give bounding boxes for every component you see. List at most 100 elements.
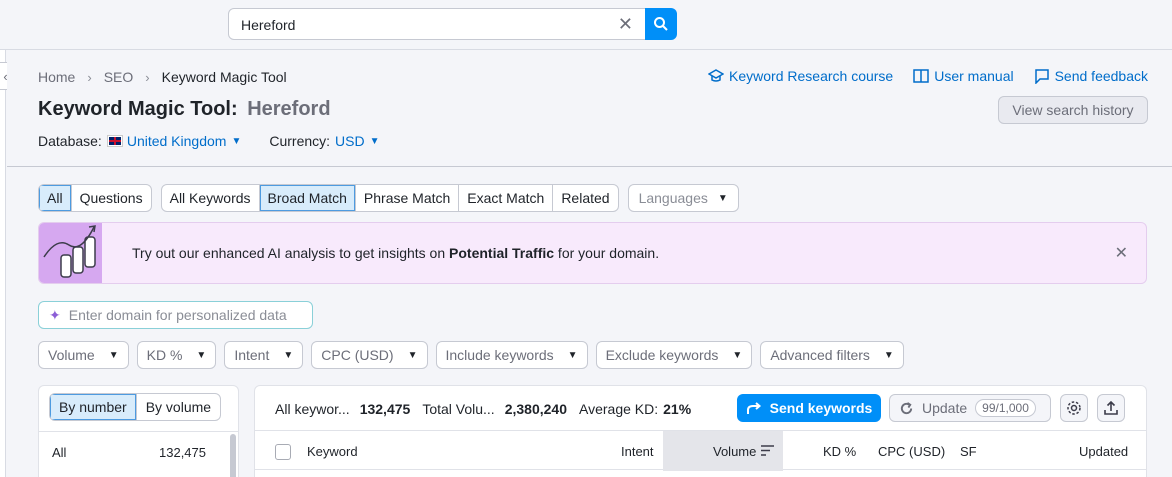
view-search-history-button[interactable]: View search history xyxy=(998,96,1148,124)
send-keywords-label: Send keywords xyxy=(769,400,873,416)
filter-cpc[interactable]: CPC (USD) ▼ xyxy=(311,341,428,369)
chevron-down-icon: ▼ xyxy=(883,349,894,361)
breadcrumb-current: Keyword Magic Tool xyxy=(161,69,287,85)
average-kd-label: Average KD: xyxy=(579,401,659,417)
filter-kd[interactable]: KD % ▼ xyxy=(136,341,217,369)
scrollbar[interactable] xyxy=(230,434,236,477)
keyword-stats: All keywor... 132,475 Total Volu... 2,38… xyxy=(275,401,703,417)
tab-by-volume[interactable]: By volume xyxy=(135,394,220,420)
select-all-checkbox[interactable] xyxy=(275,444,291,460)
filter-volume[interactable]: Volume ▼ xyxy=(38,341,129,369)
banner-illustration xyxy=(39,223,102,283)
tab-by-number[interactable]: By number xyxy=(50,394,136,420)
column-cpc[interactable]: CPC (USD) xyxy=(878,444,945,459)
filter-cpc-label: CPC (USD) xyxy=(321,347,394,363)
uk-flag-icon xyxy=(106,135,123,147)
keyword-research-course-label: Keyword Research course xyxy=(729,68,894,84)
currency-select[interactable]: USD xyxy=(335,133,365,149)
filter-include-keywords[interactable]: Include keywords ▼ xyxy=(435,341,588,369)
chevron-right-icon: › xyxy=(145,69,150,85)
domain-input[interactable]: ✦ Enter domain for personalized data xyxy=(38,301,313,329)
column-sf[interactable]: SF xyxy=(960,444,977,459)
tab-all-keywords[interactable]: All Keywords xyxy=(162,185,259,211)
graduation-cap-icon xyxy=(708,69,725,82)
page-title-query: Hereford xyxy=(247,98,331,120)
filter-exclude-label: Exclude keywords xyxy=(605,347,719,363)
banner-text-before: Try out our enhanced AI analysis to get … xyxy=(132,245,450,261)
chat-icon xyxy=(1034,68,1049,84)
all-keywords-label: All keywor... xyxy=(275,401,350,417)
group-count: 132,475 xyxy=(159,445,206,460)
keyword-research-course-link[interactable]: Keyword Research course xyxy=(708,68,893,84)
search-icon xyxy=(654,17,668,31)
search-input-value: Hereford xyxy=(241,17,296,33)
languages-dropdown[interactable]: Languages ▼ xyxy=(627,184,739,212)
breadcrumb-home[interactable]: Home xyxy=(38,69,75,85)
clear-icon[interactable]: ✕ xyxy=(618,15,633,33)
breadcrumb: Home › SEO › Keyword Magic Tool xyxy=(38,69,287,85)
banner-text-bold: Potential Traffic xyxy=(449,245,555,261)
tab-phrase-match[interactable]: Phrase Match xyxy=(354,185,458,211)
send-feedback-label: Send feedback xyxy=(1054,68,1148,84)
chevron-down-icon: ▼ xyxy=(732,349,743,361)
gear-icon xyxy=(1067,401,1081,415)
tab-related[interactable]: Related xyxy=(552,185,617,211)
update-label: Update xyxy=(922,400,968,416)
chevron-down-icon: ▼ xyxy=(407,349,418,361)
filter-include-label: Include keywords xyxy=(445,347,554,363)
keyword-groups-panel: By number By volume All 132,475 xyxy=(38,385,239,477)
match-tabs: All Questions All Keywords Broad Match P… xyxy=(38,184,739,212)
column-volume[interactable]: Volume xyxy=(713,444,756,459)
sort-icon[interactable] xyxy=(761,444,774,459)
user-manual-link[interactable]: User manual xyxy=(913,68,1014,84)
banner-message: Try out our enhanced AI analysis to get … xyxy=(132,245,659,261)
top-search-bar: Hereford ✕ xyxy=(0,0,1172,50)
domain-input-placeholder: Enter domain for personalized data xyxy=(68,307,287,323)
main-content: All Questions All Keywords Broad Match P… xyxy=(7,168,1172,477)
search-button[interactable] xyxy=(645,8,677,40)
chevron-down-icon: ▼ xyxy=(196,349,207,361)
column-intent[interactable]: Intent xyxy=(621,444,654,459)
user-manual-label: User manual xyxy=(934,68,1014,84)
group-sort-tabs: By number By volume xyxy=(49,393,222,421)
filter-bar: Volume ▼ KD % ▼ Intent ▼ CPC (USD) ▼ Include… xyxy=(38,341,904,369)
tab-exact-match[interactable]: Exact Match xyxy=(458,185,552,211)
chart-trend-icon xyxy=(43,225,96,278)
average-kd-value: 21% xyxy=(663,401,692,417)
breadcrumb-seo[interactable]: SEO xyxy=(104,69,134,85)
update-limit-badge: 99/1,000 xyxy=(975,399,1036,417)
filter-intent[interactable]: Intent ▼ xyxy=(224,341,304,369)
send-keywords-button[interactable]: Send keywords xyxy=(737,394,881,422)
tab-broad-match[interactable]: Broad Match xyxy=(258,185,355,211)
page-title-text: Keyword Magic Tool: xyxy=(38,98,238,120)
column-keyword[interactable]: Keyword xyxy=(307,444,358,459)
export-button[interactable] xyxy=(1097,394,1125,422)
all-keywords-value: 132,475 xyxy=(359,401,411,417)
close-icon[interactable]: ✕ xyxy=(1115,243,1128,263)
chevron-down-icon: ▼ xyxy=(283,349,294,361)
tab-all[interactable]: All xyxy=(39,185,71,211)
chevron-down-icon: ▼ xyxy=(369,135,380,147)
filter-advanced[interactable]: Advanced filters ▼ xyxy=(760,341,904,369)
share-arrow-icon xyxy=(746,402,761,414)
tab-questions[interactable]: Questions xyxy=(70,185,151,211)
chevron-down-icon: ▼ xyxy=(231,135,242,147)
database-select[interactable]: United Kingdom xyxy=(127,133,227,149)
upload-icon xyxy=(1104,400,1118,415)
filter-intent-label: Intent xyxy=(234,347,270,363)
list-item[interactable]: All 132,475 xyxy=(39,431,238,471)
filter-kd-label: KD % xyxy=(146,347,183,363)
search-input[interactable]: Hereford ✕ xyxy=(228,8,646,40)
update-button[interactable]: Update 99/1,000 xyxy=(889,394,1051,422)
settings-button[interactable] xyxy=(1060,394,1088,422)
page-header: Home › SEO › Keyword Magic Tool Keyword … xyxy=(7,51,1172,167)
column-updated[interactable]: Updated xyxy=(1079,444,1128,459)
banner-text-after: for your domain. xyxy=(554,245,660,261)
send-feedback-link[interactable]: Send feedback xyxy=(1034,68,1148,84)
filter-exclude-keywords[interactable]: Exclude keywords ▼ xyxy=(595,341,753,369)
column-kd[interactable]: KD % xyxy=(823,444,856,459)
keywords-table-panel: All keywor... 132,475 Total Volu... 2,38… xyxy=(254,385,1147,477)
ai-analysis-banner: Try out our enhanced AI analysis to get … xyxy=(38,222,1147,284)
group-name: All xyxy=(52,445,67,460)
languages-label: Languages xyxy=(638,190,708,206)
